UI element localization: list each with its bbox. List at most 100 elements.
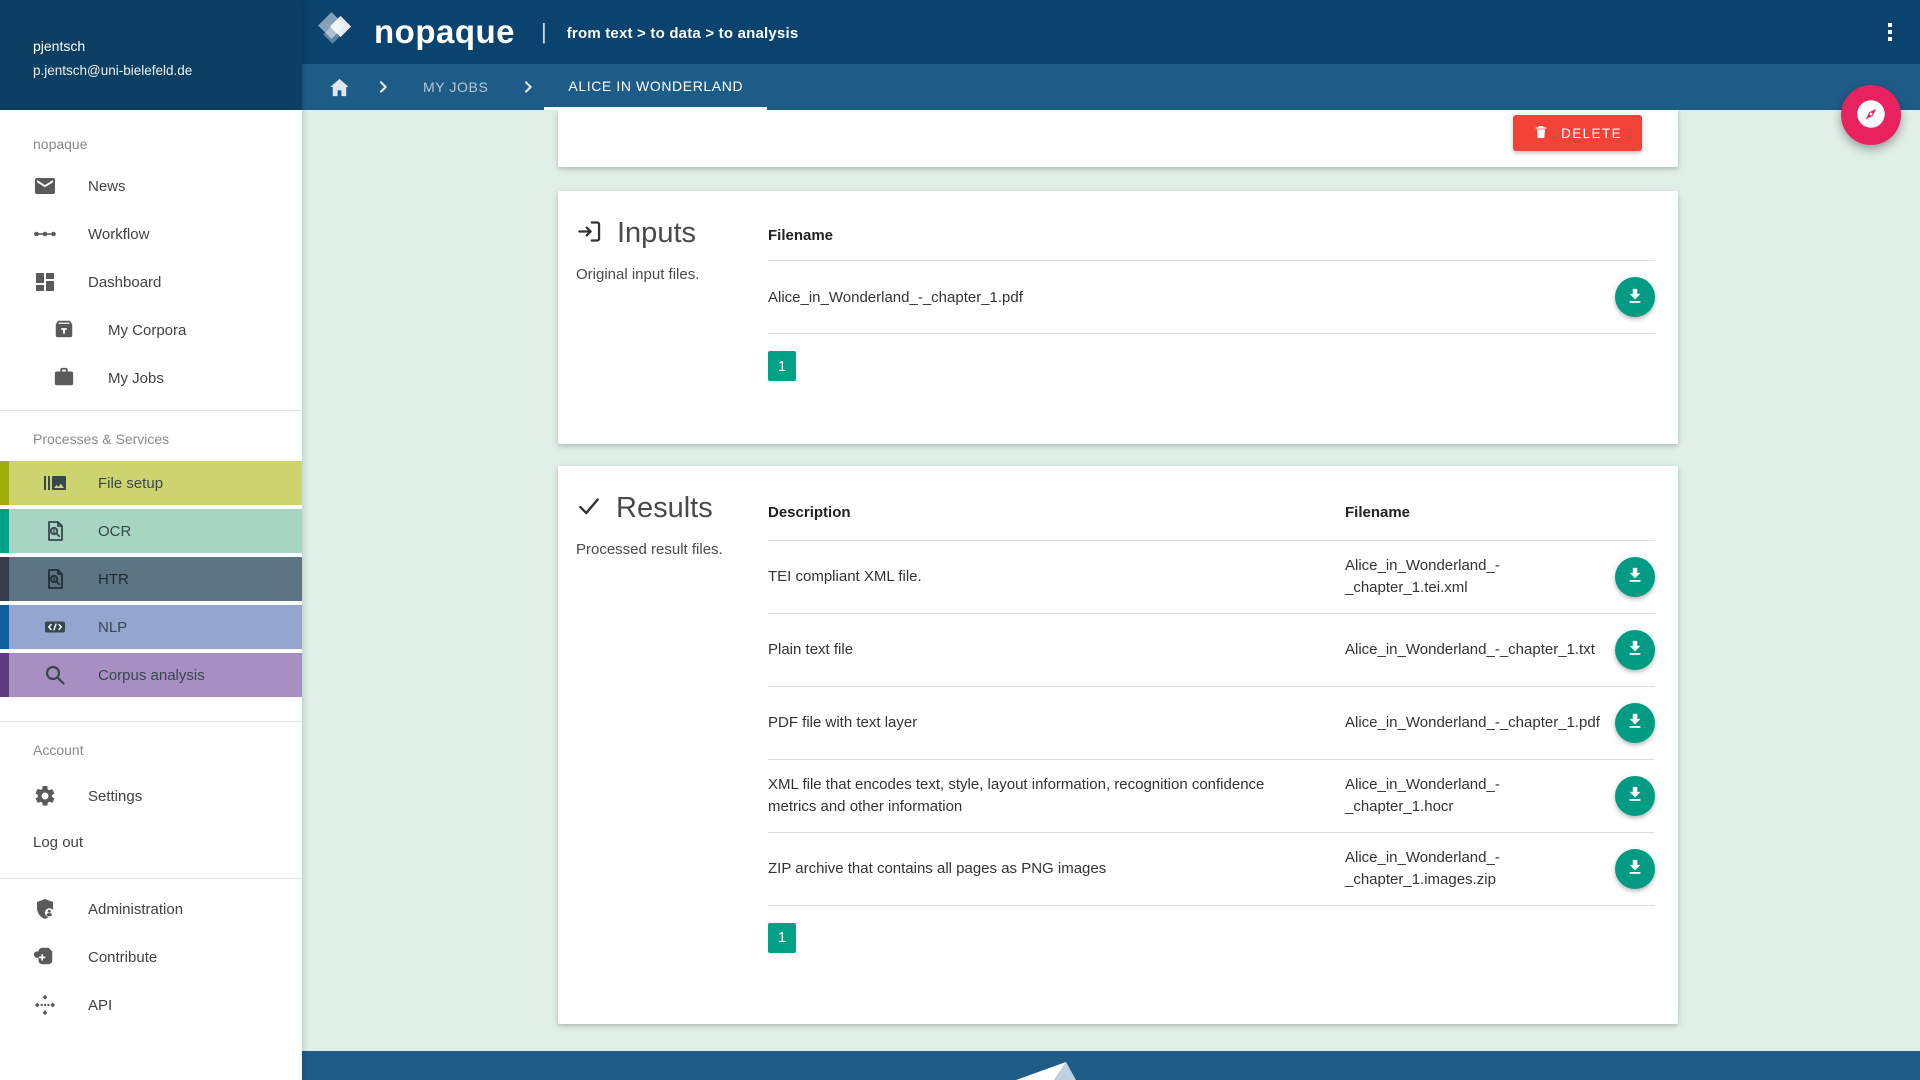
- sidebar-item-corpus-analysis[interactable]: Corpus analysis: [0, 653, 302, 697]
- divider: [0, 878, 302, 879]
- admin-shield-icon: [33, 897, 57, 921]
- nopaque-logo-icon: [316, 8, 366, 57]
- sidebar-item-label: News: [88, 178, 126, 195]
- results-card-header: Results Processed result files.: [576, 492, 758, 558]
- breadcrumb-my-jobs[interactable]: MY JOBS: [399, 64, 512, 110]
- result-filename: Alice_in_Wonderland_-_chapter_1.hocr: [1345, 774, 1603, 818]
- download-button[interactable]: [1615, 776, 1655, 816]
- section-label-nopaque: nopaque: [0, 110, 302, 162]
- find-in-page-icon: [43, 519, 67, 543]
- results-subtitle: Processed result files.: [576, 541, 758, 558]
- sidebar-item-administration[interactable]: Administration: [0, 885, 302, 933]
- results-title: Results: [616, 492, 713, 525]
- inputs-title: Inputs: [617, 217, 696, 250]
- download-button[interactable]: [1615, 703, 1655, 743]
- sidebar-item-dashboard[interactable]: Dashboard: [0, 258, 302, 306]
- results-pagination-page-1[interactable]: 1: [768, 923, 796, 953]
- burst-mode-icon: [43, 471, 67, 495]
- input-filename: Alice_in_Wonderland_-_chapter_1.pdf: [768, 289, 1603, 306]
- breadcrumb-current-job[interactable]: ALICE IN WONDERLAND: [544, 64, 767, 110]
- sidebar-item-logout[interactable]: Log out: [0, 820, 302, 864]
- accent-bar: [0, 653, 9, 697]
- more-vert-icon[interactable]: [1870, 12, 1910, 52]
- inputs-card: Inputs Original input files. Filename Al…: [558, 191, 1678, 444]
- inputs-table: Filename Alice_in_Wonderland_-_chapter_1…: [768, 191, 1655, 381]
- sidebar-item-my-corpora[interactable]: My Corpora: [0, 306, 302, 354]
- download-button[interactable]: [1615, 630, 1655, 670]
- search-icon: [43, 663, 67, 687]
- sidebar-item-htr[interactable]: HTR: [0, 557, 302, 601]
- table-row: ZIP archive that contains all pages as P…: [768, 833, 1655, 906]
- sidebar-item-ocr[interactable]: OCR: [0, 509, 302, 553]
- contribute-icon: [33, 945, 57, 969]
- accent-bar: [0, 461, 9, 505]
- check-icon: [576, 493, 602, 524]
- user-block: pjentsch p.jentsch@uni-bielefeld.de: [0, 0, 302, 110]
- download-icon: [1625, 565, 1645, 588]
- section-label-services: Processes & Services: [0, 411, 302, 461]
- sidebar-item-label: OCR: [98, 523, 131, 540]
- filename-column-header: Filename: [768, 227, 1655, 244]
- results-table: Description Filename TEI compliant XML f…: [768, 466, 1655, 953]
- sidebar: pjentsch p.jentsch@uni-bielefeld.de nopa…: [0, 0, 302, 1080]
- sidebar-item-label: Contribute: [88, 949, 157, 966]
- table-row: PDF file with text layer Alice_in_Wonder…: [768, 687, 1655, 760]
- download-button[interactable]: [1615, 557, 1655, 597]
- inputs-pagination-page-1[interactable]: 1: [768, 351, 796, 381]
- sidebar-item-file-setup[interactable]: File setup: [0, 461, 302, 505]
- dashboard-icon: [33, 270, 57, 294]
- brand[interactable]: nopaque | from text > to data > to analy…: [316, 0, 798, 64]
- chevron-right-icon: [367, 64, 399, 110]
- user-email: p.jentsch@uni-bielefeld.de: [33, 63, 286, 78]
- accent-bar: [0, 509, 9, 553]
- brand-tagline: from text > to data > to analysis: [567, 23, 799, 42]
- table-row: Plain text file Alice_in_Wonderland_-_ch…: [768, 614, 1655, 687]
- chevron-right-icon: [512, 64, 544, 110]
- sidebar-item-label: API: [88, 997, 112, 1014]
- result-description: PDF file with text layer: [768, 712, 1327, 734]
- sidebar-item-my-jobs[interactable]: My Jobs: [0, 354, 302, 402]
- email-icon: [33, 174, 57, 198]
- result-filename: Alice_in_Wonderland_-_chapter_1.pdf: [1345, 712, 1603, 734]
- sidebar-item-news[interactable]: News: [0, 162, 302, 210]
- user-name: pjentsch: [33, 38, 286, 54]
- download-icon: [1625, 784, 1645, 807]
- brand-separator: |: [541, 19, 547, 45]
- table-row: Alice_in_Wonderland_-_chapter_1.pdf: [768, 261, 1655, 334]
- sidebar-item-nlp[interactable]: NLP: [0, 605, 302, 649]
- table-row: TEI compliant XML file. Alice_in_Wonderl…: [768, 541, 1655, 614]
- sidebar-item-settings[interactable]: Settings: [0, 772, 302, 820]
- sidebar-item-label: Workflow: [88, 226, 149, 243]
- api-icon: [33, 993, 57, 1017]
- sidebar-item-workflow[interactable]: Workflow: [0, 210, 302, 258]
- workflow-icon: [33, 222, 57, 246]
- delete-button[interactable]: DELETE: [1513, 115, 1642, 151]
- sidebar-item-label: Administration: [88, 901, 183, 918]
- section-label-account: Account: [0, 722, 302, 772]
- download-icon: [1625, 711, 1645, 734]
- gear-icon: [33, 784, 57, 808]
- inputs-card-header: Inputs Original input files.: [576, 217, 758, 283]
- job-actions-card: DELETE: [558, 110, 1678, 167]
- sidebar-item-label: NLP: [98, 619, 127, 636]
- sidebar-item-api[interactable]: API: [0, 981, 302, 1029]
- sidebar-item-label: My Jobs: [108, 370, 164, 387]
- download-icon: [1625, 638, 1645, 661]
- download-button[interactable]: [1615, 849, 1655, 889]
- paper-plane-logo: [1014, 1060, 1078, 1080]
- result-filename: Alice_in_Wonderland_-_chapter_1.txt: [1345, 639, 1603, 661]
- download-button[interactable]: [1615, 277, 1655, 317]
- home-icon[interactable]: [302, 64, 367, 110]
- table-row: XML file that encodes text, style, layou…: [768, 760, 1655, 833]
- results-card: Results Processed result files. Descript…: [558, 466, 1678, 1024]
- brand-name: nopaque: [374, 13, 515, 51]
- sidebar-item-label: File setup: [98, 475, 163, 492]
- manual-fab-button[interactable]: [1841, 85, 1901, 145]
- description-column-header: Description: [768, 502, 1327, 524]
- result-description: Plain text file: [768, 639, 1327, 661]
- archive-box-icon: [53, 318, 77, 342]
- sidebar-item-label: Corpus analysis: [98, 667, 205, 684]
- compass-icon: [1856, 99, 1886, 132]
- sidebar-item-contribute[interactable]: Contribute: [0, 933, 302, 981]
- results-table-header: Description Filename: [768, 466, 1655, 541]
